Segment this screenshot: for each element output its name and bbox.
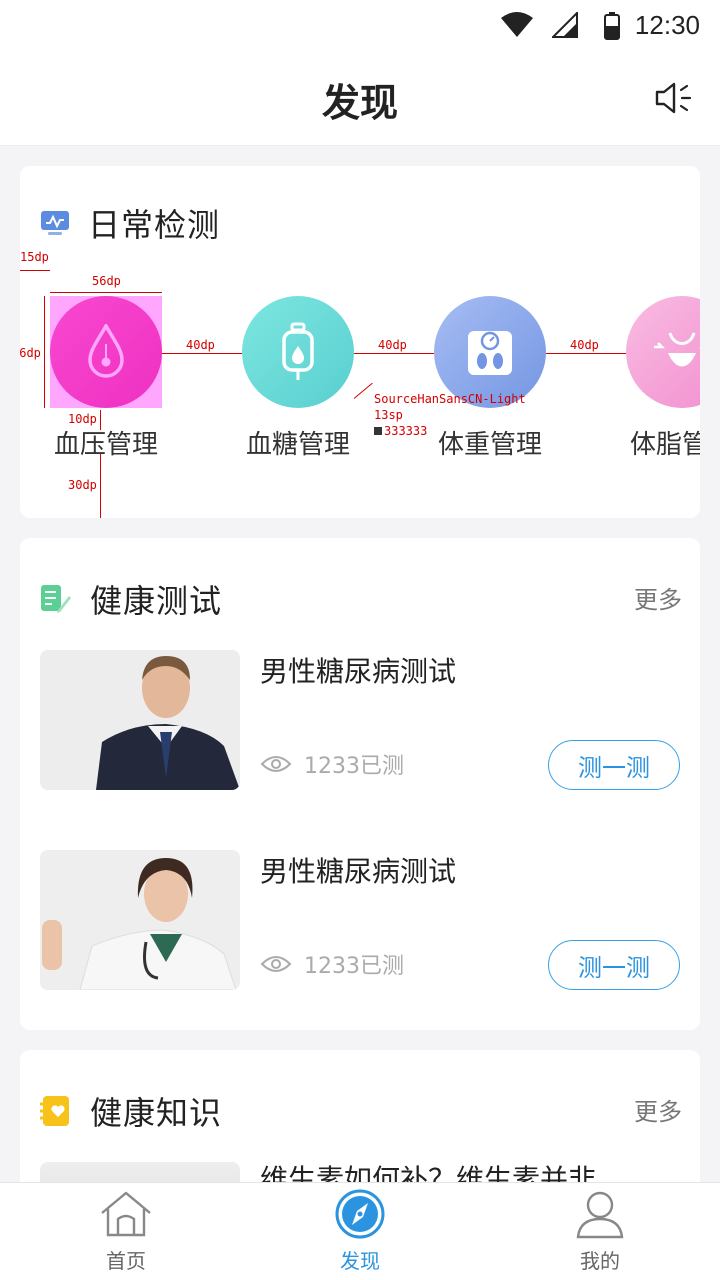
annotation-gap-3: 40dp bbox=[570, 338, 599, 352]
speaker-icon[interactable] bbox=[654, 80, 692, 116]
annotation-line bbox=[100, 454, 101, 518]
wifi-icon bbox=[501, 12, 533, 37]
annotation-font: SourceHanSansCN-Light bbox=[374, 392, 526, 406]
annotation-line bbox=[162, 353, 242, 354]
tab-home[interactable]: 首页 bbox=[46, 1189, 206, 1274]
annotation-bottom-padding: 30dp bbox=[68, 478, 97, 492]
test-item-title: 男性糖尿病测试 bbox=[260, 855, 457, 888]
take-test-button[interactable]: 测一测 bbox=[548, 940, 680, 990]
daily-item-label: 体重管理 bbox=[437, 430, 542, 460]
user-icon bbox=[576, 1191, 624, 1239]
tab-home-label: 首页 bbox=[106, 1249, 146, 1273]
blood-sugar-circle bbox=[242, 296, 354, 408]
male-doctor-photo bbox=[40, 650, 240, 790]
daily-item-label: 体脂管理 bbox=[629, 430, 700, 460]
health-knowledge-title: 健康知识 bbox=[90, 1094, 223, 1132]
knowledge-book-icon bbox=[40, 1096, 69, 1126]
test-item[interactable]: 男性糖尿病测试 1233已测 测一测 bbox=[40, 850, 680, 990]
test-item-view-count: 1233已测 bbox=[304, 954, 404, 979]
annotation-font-color-text: 333333 bbox=[384, 424, 428, 438]
annotation-font-color: 333333 bbox=[374, 424, 427, 438]
annotation-icon-height: 56dp bbox=[20, 346, 41, 360]
daily-item-body-fat[interactable]: 体脂管理 bbox=[626, 296, 700, 461]
test-item-views: 1233已测 bbox=[260, 948, 404, 980]
annotation-line bbox=[100, 410, 101, 430]
daily-check-header: 日常检测 bbox=[40, 200, 220, 246]
health-knowledge-header: 健康知识 bbox=[40, 1088, 222, 1134]
annotation-label-gap: 10dp bbox=[68, 412, 97, 426]
daily-item-label: 血压管理 bbox=[53, 430, 158, 460]
nav-bar: 发现 bbox=[0, 52, 720, 146]
tab-profile-label: 我的 bbox=[580, 1249, 620, 1273]
health-knowledge-more-link[interactable]: 更多 bbox=[634, 1092, 682, 1127]
annotation-left-margin: 15dp bbox=[20, 250, 49, 264]
annotation-line bbox=[50, 292, 162, 293]
eye-icon bbox=[260, 756, 292, 772]
tab-profile[interactable]: 我的 bbox=[520, 1189, 680, 1274]
daily-item-blood-sugar[interactable]: 血糖管理 bbox=[242, 296, 354, 461]
test-item-view-count: 1233已测 bbox=[304, 754, 404, 779]
color-swatch bbox=[374, 427, 382, 435]
home-icon bbox=[101, 1191, 151, 1237]
status-time: 12:30 bbox=[634, 10, 700, 40]
annotation-line bbox=[44, 296, 45, 408]
eye-icon bbox=[260, 956, 292, 972]
status-bar: 12:30 bbox=[0, 0, 720, 52]
scale-icon bbox=[468, 331, 512, 375]
take-test-button[interactable]: 测一测 bbox=[548, 740, 680, 790]
annotation-line bbox=[20, 270, 50, 271]
health-test-more-link[interactable]: 更多 bbox=[634, 580, 682, 615]
health-test-title: 健康测试 bbox=[90, 582, 223, 620]
compass-icon bbox=[335, 1189, 385, 1239]
test-item-title: 男性糖尿病测试 bbox=[260, 655, 457, 688]
female-doctor-photo bbox=[40, 850, 240, 990]
annotation-font-size: 13sp bbox=[374, 408, 403, 422]
daily-item-weight[interactable]: 体重管理 bbox=[434, 296, 546, 461]
test-note-icon bbox=[41, 585, 71, 613]
annotation-icon-width: 56dp bbox=[92, 274, 121, 288]
daily-check-title: 日常检测 bbox=[88, 206, 221, 244]
annotation-line bbox=[546, 353, 626, 354]
battery-icon bbox=[604, 12, 620, 40]
health-test-header: 健康测试 bbox=[40, 576, 222, 622]
daily-check-card: 日常检测 血压管理 血糖管理 体重管理 体脂管 15dp 56dp 6dp 40… bbox=[20, 166, 700, 518]
waist-icon bbox=[654, 332, 700, 367]
tab-discover[interactable]: 发现 bbox=[280, 1189, 440, 1274]
health-test-card: 健康测试 更多 男性糖尿病测试 1233已测 测一测 男性糖尿病测试 1233已… bbox=[20, 538, 700, 1030]
page-title: 发现 bbox=[321, 81, 398, 125]
monitor-icon bbox=[41, 211, 69, 235]
test-item[interactable]: 男性糖尿病测试 1233已测 测一测 bbox=[40, 650, 680, 790]
bottom-tab-bar: 首页 发现 我的 bbox=[0, 1182, 720, 1280]
spec-overlay bbox=[50, 296, 162, 408]
body-fat-circle bbox=[626, 296, 700, 408]
iv-bag-icon bbox=[282, 322, 314, 380]
daily-item-label: 血糖管理 bbox=[245, 430, 350, 460]
annotation-gap-1: 40dp bbox=[186, 338, 215, 352]
test-item-views: 1233已测 bbox=[260, 748, 404, 780]
tab-discover-label: 发现 bbox=[340, 1249, 380, 1273]
annotation-line bbox=[354, 353, 434, 354]
signal-icon bbox=[552, 12, 578, 38]
annotation-gap-2: 40dp bbox=[378, 338, 407, 352]
